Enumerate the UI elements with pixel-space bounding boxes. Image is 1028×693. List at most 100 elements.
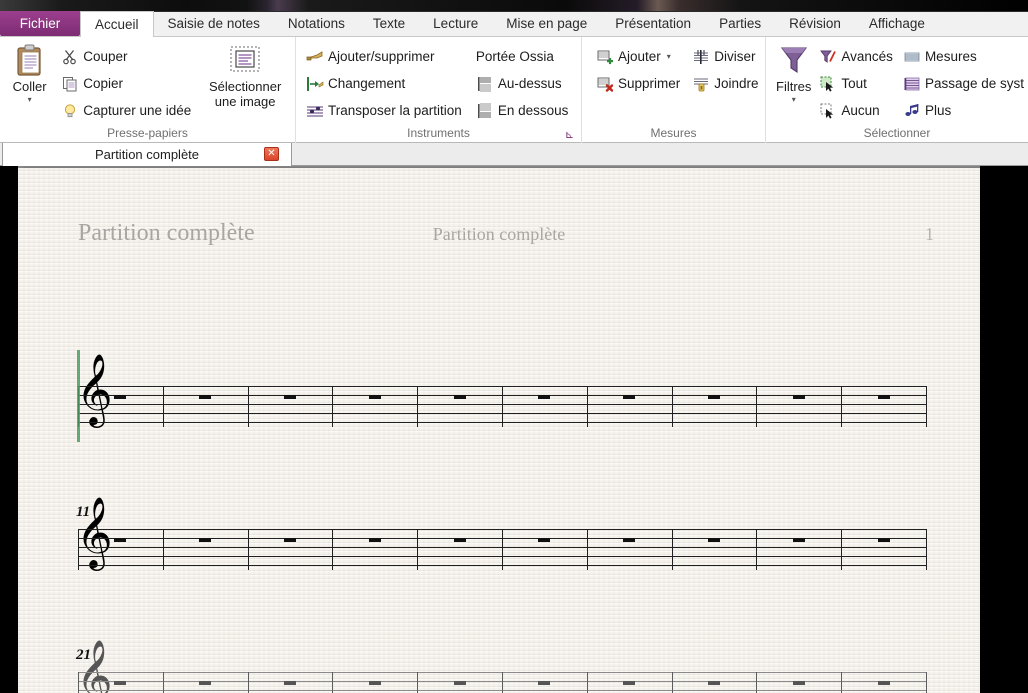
whole-rest[interactable] — [369, 681, 381, 685]
ribbon-tab-presentation[interactable]: Présentation — [601, 11, 705, 36]
whole-rest[interactable] — [454, 395, 466, 399]
bar-number[interactable]: 21 — [76, 647, 91, 664]
whole-rest[interactable] — [114, 681, 126, 685]
filters-button[interactable]: Filtres ▾ — [776, 41, 811, 104]
ribbon-tab-saisie[interactable]: Saisie de notes — [154, 11, 274, 36]
select-more-button[interactable]: Plus — [899, 97, 1028, 124]
whole-rest[interactable] — [538, 395, 550, 399]
cut-button[interactable]: Couper — [57, 43, 195, 70]
transpose-score-button[interactable]: Transposer la partition — [302, 97, 466, 124]
bar-line[interactable] — [587, 672, 588, 693]
bar-line[interactable] — [163, 386, 164, 427]
select-none-button[interactable]: Aucun — [815, 97, 897, 124]
join-bar-button[interactable]: Joindre — [688, 70, 762, 97]
paste-dropdown-arrow[interactable]: ▾ — [28, 95, 32, 104]
bar-line[interactable] — [417, 672, 418, 693]
bar-line[interactable] — [78, 672, 79, 693]
add-bar-button[interactable]: Ajouter ▾ — [592, 43, 684, 70]
bar-line[interactable] — [926, 672, 927, 693]
bar-line[interactable] — [756, 529, 757, 570]
whole-rest[interactable] — [284, 395, 296, 399]
whole-rest[interactable] — [284, 538, 296, 542]
select-advanced-button[interactable]: Avancés — [815, 43, 897, 70]
paste-button[interactable]: Coller ▾ — [6, 41, 53, 104]
bar-line[interactable] — [78, 529, 79, 570]
whole-rest[interactable] — [454, 538, 466, 542]
whole-rest[interactable] — [199, 681, 211, 685]
bar-line[interactable] — [587, 529, 588, 570]
bar-line[interactable] — [756, 672, 757, 693]
add-remove-instruments-button[interactable]: Ajouter/supprimer — [302, 43, 466, 70]
ossia-above-button[interactable]: Au-dessus — [472, 70, 573, 97]
bar-number[interactable]: 11 — [76, 504, 90, 521]
whole-rest[interactable] — [114, 395, 126, 399]
whole-rest[interactable] — [538, 538, 550, 542]
bar-line[interactable] — [587, 386, 588, 427]
bar-line[interactable] — [502, 672, 503, 693]
whole-rest[interactable] — [793, 395, 805, 399]
add-bar-dropdown-arrow[interactable]: ▾ — [667, 52, 671, 61]
ribbon-tab-fichier[interactable]: Fichier — [0, 11, 80, 36]
whole-rest[interactable] — [623, 538, 635, 542]
whole-rest[interactable] — [454, 681, 466, 685]
capture-idea-button[interactable]: Capturer une idée — [57, 97, 195, 124]
whole-rest[interactable] — [708, 681, 720, 685]
instrument-change-button[interactable]: Changement — [302, 70, 466, 97]
bar-line[interactable] — [926, 386, 927, 427]
bar-line[interactable] — [672, 672, 673, 693]
whole-rest[interactable] — [793, 538, 805, 542]
bar-line[interactable] — [332, 386, 333, 427]
score-canvas[interactable]: Partition complète Partition complète 1 … — [0, 166, 1028, 693]
bar-line[interactable] — [502, 386, 503, 427]
whole-rest[interactable] — [199, 395, 211, 399]
whole-rest[interactable] — [369, 395, 381, 399]
ribbon-tab-notations[interactable]: Notations — [274, 11, 359, 36]
select-system-passage-button[interactable]: Passage de syst — [899, 70, 1028, 97]
ribbon-tab-miseenpage[interactable]: Mise en page — [492, 11, 601, 36]
ribbon-tab-texte[interactable]: Texte — [359, 11, 419, 36]
bar-line[interactable] — [841, 672, 842, 693]
whole-rest[interactable] — [114, 538, 126, 542]
copy-button[interactable]: Copier — [57, 70, 195, 97]
bar-line[interactable] — [926, 529, 927, 570]
whole-rest[interactable] — [708, 395, 720, 399]
whole-rest[interactable] — [878, 538, 890, 542]
bar-line[interactable] — [163, 529, 164, 570]
score-page[interactable]: Partition complète Partition complète 1 … — [18, 168, 980, 693]
whole-rest[interactable] — [199, 538, 211, 542]
whole-rest[interactable] — [623, 681, 635, 685]
whole-rest[interactable] — [793, 681, 805, 685]
select-all-button[interactable]: Tout — [815, 70, 897, 97]
bar-line[interactable] — [841, 386, 842, 427]
split-bar-button[interactable]: Diviser — [688, 43, 762, 70]
instruments-dialog-launcher-icon[interactable]: ⊾ — [564, 130, 575, 141]
document-tab-partition-complete[interactable]: Partition complète ✕ — [2, 143, 292, 166]
treble-clef[interactable]: 𝄞 — [76, 358, 113, 420]
close-icon[interactable]: ✕ — [264, 147, 279, 161]
bar-line[interactable] — [332, 529, 333, 570]
bar-line[interactable] — [163, 672, 164, 693]
ribbon-tab-parties[interactable]: Parties — [705, 11, 775, 36]
bar-line[interactable] — [672, 386, 673, 427]
whole-rest[interactable] — [538, 681, 550, 685]
bar-line[interactable] — [332, 672, 333, 693]
bar-line[interactable] — [841, 529, 842, 570]
ribbon-tab-revision[interactable]: Révision — [775, 11, 855, 36]
delete-bar-button[interactable]: Supprimer — [592, 70, 684, 97]
whole-rest[interactable] — [708, 538, 720, 542]
whole-rest[interactable] — [623, 395, 635, 399]
filters-dropdown-arrow[interactable]: ▾ — [792, 95, 796, 104]
bar-line[interactable] — [417, 386, 418, 427]
bar-line[interactable] — [417, 529, 418, 570]
bar-line[interactable] — [248, 386, 249, 427]
ribbon-tab-affichage[interactable]: Affichage — [855, 11, 939, 36]
bar-line[interactable] — [672, 529, 673, 570]
whole-rest[interactable] — [878, 681, 890, 685]
ribbon-tab-lecture[interactable]: Lecture — [419, 11, 492, 36]
select-graphic-button[interactable]: Sélectionner une image — [201, 41, 289, 109]
select-bars-button[interactable]: Mesures — [899, 43, 1028, 70]
ribbon-tab-accueil[interactable]: Accueil — [80, 11, 154, 37]
whole-rest[interactable] — [369, 538, 381, 542]
bar-line[interactable] — [756, 386, 757, 427]
bar-line[interactable] — [248, 529, 249, 570]
